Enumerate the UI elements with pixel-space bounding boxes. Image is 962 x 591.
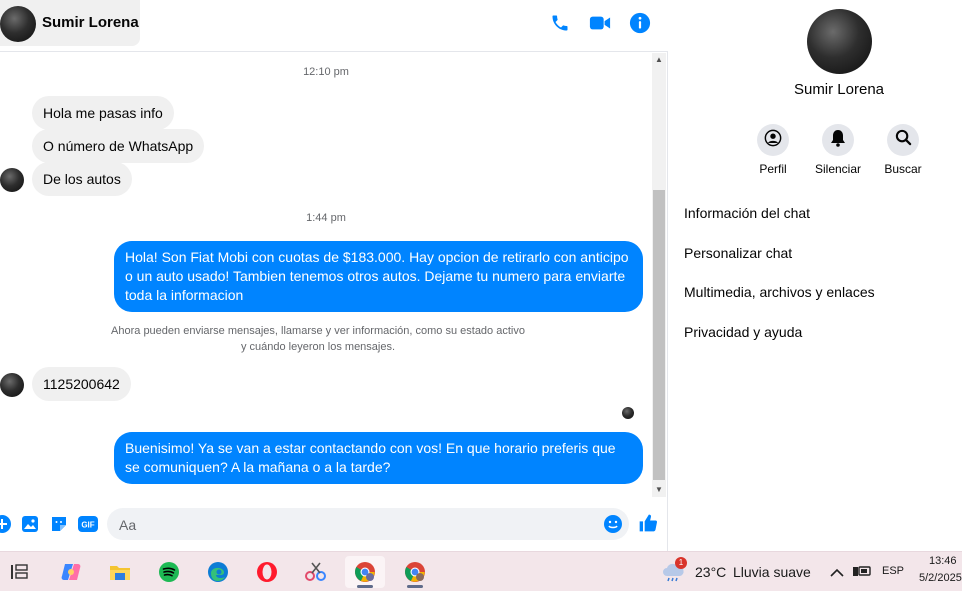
search-button[interactable]: Buscar bbox=[873, 124, 933, 176]
mute-button[interactable]: Silenciar bbox=[808, 124, 868, 176]
menu-item-media-files[interactable]: Multimedia, archivos y enlaces bbox=[684, 284, 875, 300]
avatar[interactable] bbox=[807, 9, 872, 74]
system-notice: Ahora pueden enviarse mensajes, llamarse… bbox=[100, 323, 536, 355]
notice-line: Ahora pueden enviarse mensajes, llamarse… bbox=[111, 325, 525, 337]
menu-item-chat-info[interactable]: Información del chat bbox=[684, 205, 810, 221]
message-input-placeholder: Aa bbox=[119, 517, 137, 533]
profile-button[interactable]: Perfil bbox=[743, 124, 803, 176]
phone-icon[interactable] bbox=[548, 11, 572, 35]
scroll-down-arrow[interactable]: ▼ bbox=[652, 483, 666, 497]
gallery-icon[interactable] bbox=[20, 514, 40, 534]
snipping-tool-icon[interactable] bbox=[296, 556, 336, 588]
avatar[interactable] bbox=[0, 168, 24, 192]
gif-icon[interactable]: GIF bbox=[78, 514, 98, 534]
notice-line: y cuándo leyeron los mensajes. bbox=[240, 341, 396, 353]
svg-text:GIF: GIF bbox=[81, 521, 94, 530]
avatar[interactable] bbox=[0, 6, 36, 42]
mute-label: Silenciar bbox=[814, 162, 862, 176]
task-view-icon[interactable] bbox=[0, 556, 40, 588]
plus-icon[interactable] bbox=[0, 514, 12, 534]
messenger-window: Sumir Lorena 12:10 pm Hola me pasas info… bbox=[0, 0, 962, 551]
edge-icon[interactable] bbox=[198, 556, 238, 588]
contact-name: Sumir Lorena bbox=[42, 14, 139, 31]
chat-info-pane: Sumir Lorena Perfil Silenciar Buscar Inf… bbox=[669, 0, 962, 551]
network-battery-icon[interactable] bbox=[852, 564, 872, 583]
profile-icon bbox=[764, 129, 782, 152]
copilot-icon[interactable] bbox=[51, 556, 91, 588]
menu-item-customize-chat[interactable]: Personalizar chat bbox=[684, 245, 792, 261]
chevron-up-icon[interactable] bbox=[830, 565, 844, 583]
file-explorer-icon[interactable] bbox=[100, 556, 140, 588]
incoming-message[interactable]: Hola me pasas info bbox=[32, 96, 174, 130]
emoji-icon[interactable] bbox=[603, 514, 623, 539]
weather-description[interactable]: Lluvia suave bbox=[733, 564, 811, 580]
weather-temp[interactable]: 23°C bbox=[695, 564, 726, 580]
info-contact-name: Sumir Lorena bbox=[793, 81, 885, 98]
chrome-icon[interactable] bbox=[345, 556, 385, 588]
avatar[interactable] bbox=[0, 373, 24, 397]
chat-pane: Sumir Lorena 12:10 pm Hola me pasas info… bbox=[0, 0, 668, 551]
search-icon bbox=[895, 129, 912, 151]
clock-time[interactable]: 13:46 bbox=[929, 555, 957, 567]
sticker-icon[interactable] bbox=[49, 514, 69, 534]
seen-avatar bbox=[622, 407, 634, 419]
incoming-message[interactable]: De los autos bbox=[32, 162, 132, 196]
weather-badge: 1 bbox=[675, 557, 687, 569]
message-input[interactable]: Aa bbox=[107, 508, 629, 540]
scrollbar[interactable]: ▲ ▼ bbox=[652, 53, 666, 497]
outgoing-message[interactable]: Hola! Son Fiat Mobi con cuotas de $183.0… bbox=[114, 241, 643, 312]
clock-date[interactable]: 5/2/2025 bbox=[919, 572, 962, 584]
message-list[interactable]: 12:10 pm Hola me pasas info O número de … bbox=[0, 53, 652, 497]
scroll-thumb[interactable] bbox=[653, 190, 665, 480]
composer: GIF Aa bbox=[0, 500, 668, 548]
spotify-icon[interactable] bbox=[149, 556, 189, 588]
search-label: Buscar bbox=[884, 162, 922, 176]
incoming-message[interactable]: O número de WhatsApp bbox=[32, 129, 205, 163]
contact-header-button[interactable]: Sumir Lorena bbox=[0, 0, 140, 46]
chat-header: Sumir Lorena bbox=[0, 0, 668, 52]
opera-icon[interactable] bbox=[247, 556, 287, 588]
scroll-up-arrow[interactable]: ▲ bbox=[652, 53, 666, 67]
video-call-icon[interactable] bbox=[588, 11, 612, 35]
outgoing-message[interactable]: Buenisimo! Ya se van a estar contactando… bbox=[114, 432, 643, 484]
bell-icon bbox=[830, 129, 846, 152]
timestamp: 1:44 pm bbox=[306, 212, 346, 224]
thumbs-up-icon[interactable] bbox=[638, 513, 658, 533]
chrome-profile-icon[interactable] bbox=[395, 556, 435, 588]
menu-item-privacy-help[interactable]: Privacidad y ayuda bbox=[684, 324, 802, 340]
timestamp: 12:10 pm bbox=[303, 66, 349, 78]
profile-label: Perfil bbox=[759, 162, 787, 176]
info-icon[interactable] bbox=[628, 11, 652, 35]
windows-taskbar: 1 23°C Lluvia suave ESP 13:46 5/2/2025 bbox=[0, 551, 962, 591]
incoming-message[interactable]: 1125200642 bbox=[32, 367, 131, 401]
language-indicator[interactable]: ESP bbox=[882, 565, 904, 577]
